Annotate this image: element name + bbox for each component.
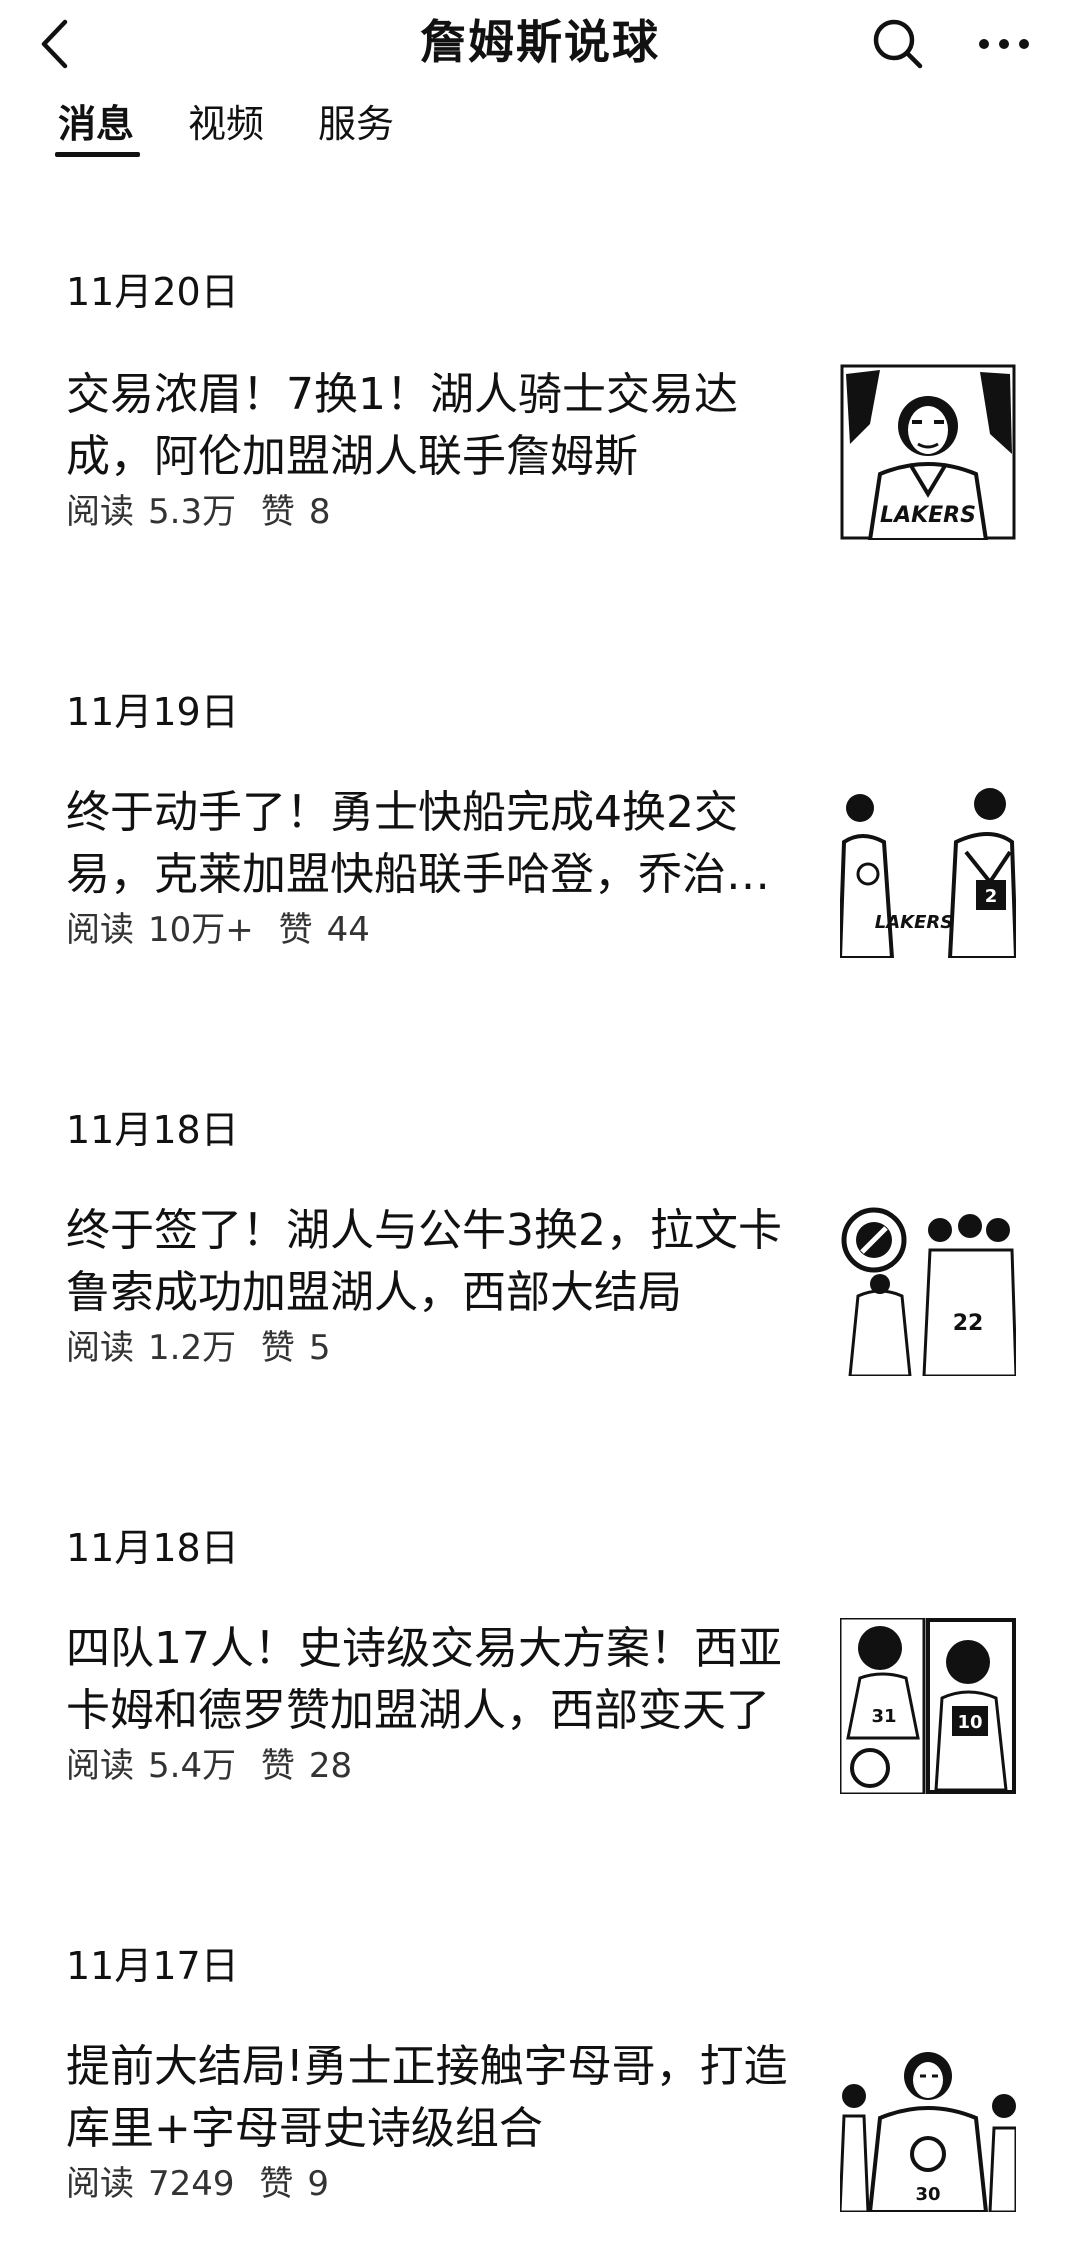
article-title[interactable]: 提前大结局!勇士正接触字母哥，打造库里+字母哥史诗级组合 [66,2036,814,2160]
article-thumbnail[interactable]: 30 [840,2036,1016,2212]
date-header: 11月19日 [66,690,239,734]
like-label: 赞 [259,2164,294,2204]
like-label: 赞 [260,1328,295,1368]
read-count: 10万+ [148,910,254,950]
read-label: 阅读 [66,1746,134,1786]
article-meta: 阅读 5.3万 赞8 [66,488,345,536]
like-label: 赞 [278,910,313,950]
like-label: 赞 [260,492,295,532]
search-button[interactable] [868,12,928,76]
like-count: 28 [308,1746,353,1786]
like-count: 8 [308,492,331,532]
jersey-text: LAKERS [880,503,976,528]
jersey-text: LAKERS [875,912,953,933]
jersey-text: 30 [915,2184,940,2205]
more-horizontal-icon [979,39,1029,49]
read-count: 5.3万 [148,492,237,532]
article-meta: 阅读 5.4万 赞 28 [66,1742,366,1790]
collage-photo-image: 10 31 [840,1618,1016,1794]
read-label: 阅读 [66,1328,134,1368]
article-meta: 阅读 10万+ 赞 44 [66,906,384,954]
article-item[interactable]: 提前大结局!勇士正接触字母哥，打造库里+字母哥史诗级组合 阅读 7249 赞9 3… [0,2036,1080,2222]
article-title[interactable]: 交易浓眉！7换1！湖人骑士交易达成，阿伦加盟湖人联手詹姆斯 [66,364,814,488]
player-photo-image: 30 [840,2036,1016,2212]
read-label: 阅读 [66,2164,134,2204]
date-header: 11月18日 [66,1526,239,1570]
players-photo-image: 2 LAKERS [840,782,1016,958]
jersey-text: 31 [871,1706,896,1727]
tab-bar: 消息 视频 服务 [0,96,1080,166]
svg-text:2: 2 [985,886,998,907]
read-label: 阅读 [66,492,134,532]
read-count: 5.4万 [148,1746,237,1786]
search-icon [873,19,923,69]
article-thumbnail[interactable]: 10 31 [840,1618,1016,1794]
player-photo-image: LAKERS [840,364,1016,540]
more-button[interactable] [972,12,1036,76]
article-item[interactable]: 四队17人！史诗级交易大方案！西亚卡姆和德罗赞加盟湖人，西部变天了 阅读 5.4万… [0,1618,1080,1804]
article-title[interactable]: 终于签了！湖人与公牛3换2，拉文卡鲁索成功加盟湖人，西部大结局 [66,1200,814,1324]
read-label: 阅读 [66,910,134,950]
jersey-text: 22 [953,1311,984,1336]
tab-messages[interactable]: 消息 [58,96,134,152]
like-count: 44 [326,910,370,950]
team-photo-image: 22 [840,1200,1016,1376]
article-meta: 阅读 1.2万 赞5 [66,1324,345,1372]
read-count: 7249 [148,2164,235,2204]
tab-videos[interactable]: 视频 [188,96,264,152]
date-header: 11月20日 [66,270,239,314]
article-item[interactable]: 终于签了！湖人与公牛3换2，拉文卡鲁索成功加盟湖人，西部大结局 阅读 1.2万 赞… [0,1200,1080,1386]
top-bar: 詹姆斯说球 [0,0,1080,86]
like-label: 赞 [260,1746,295,1786]
like-count: 5 [308,1328,331,1368]
article-thumbnail[interactable]: LAKERS [840,364,1016,540]
article-item[interactable]: 交易浓眉！7换1！湖人骑士交易达成，阿伦加盟湖人联手詹姆斯 阅读 5.3万 赞8 … [0,364,1080,550]
article-item[interactable]: 终于动手了！勇士快船完成4换2交易，克莱加盟快船联手哈登，乔治… 阅读 10万+ … [0,782,1080,968]
article-thumbnail[interactable]: 22 [840,1200,1016,1376]
like-count: 9 [307,2164,329,2204]
article-meta: 阅读 7249 赞9 [66,2160,343,2208]
date-header: 11月17日 [66,1944,239,1988]
active-tab-indicator [55,152,140,157]
tab-services[interactable]: 服务 [318,96,394,152]
article-title[interactable]: 终于动手了！勇士快船完成4换2交易，克莱加盟快船联手哈登，乔治… [66,782,814,906]
svg-text:10: 10 [957,1712,982,1733]
article-thumbnail[interactable]: 2 LAKERS [840,782,1016,958]
read-count: 1.2万 [148,1328,237,1368]
article-title[interactable]: 四队17人！史诗级交易大方案！西亚卡姆和德罗赞加盟湖人，西部变天了 [66,1618,814,1742]
date-header: 11月18日 [66,1108,239,1152]
